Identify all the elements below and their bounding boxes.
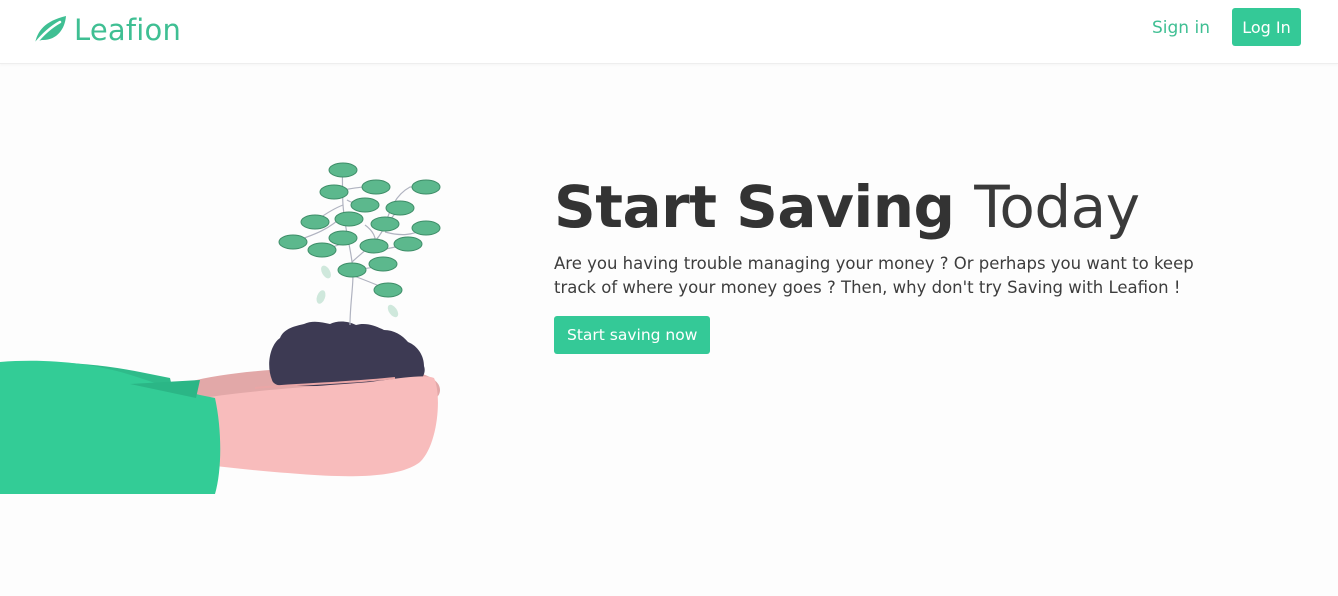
money-leaves <box>278 162 441 298</box>
start-saving-button[interactable]: Start saving now <box>554 316 711 354</box>
sign-in-link[interactable]: Sign in <box>1152 14 1210 42</box>
hero-subtitle: Are you having trouble managing your mon… <box>554 254 1194 297</box>
log-in-button[interactable]: Log In <box>1232 8 1301 46</box>
hero-title-light: Today <box>974 173 1140 241</box>
soil-mound <box>269 321 425 386</box>
brand-name: Leafion <box>74 13 182 47</box>
hero-title: Start Saving Today <box>554 172 1254 242</box>
hands-holding-plant-illustration <box>0 162 441 494</box>
hero-title-bold: Start Saving <box>554 173 955 241</box>
navbar: Leafion Sign in Log In <box>0 0 1338 64</box>
leaf-icon <box>33 16 66 46</box>
brand-logo[interactable]: Leafion <box>31 10 181 50</box>
hero-section: Start Saving Today Are you having troubl… <box>554 172 1254 354</box>
